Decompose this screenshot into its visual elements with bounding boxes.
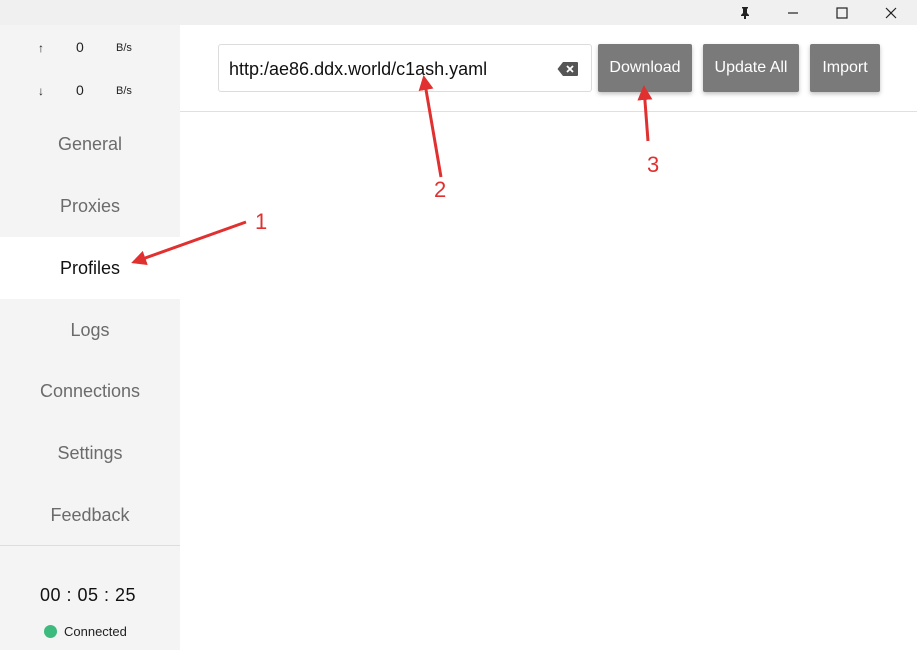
sidebar-item-settings[interactable]: Settings xyxy=(0,422,180,484)
profile-url-box xyxy=(218,44,592,92)
sidebar-item-label: Proxies xyxy=(59,195,121,216)
update-all-button[interactable]: Update All xyxy=(703,44,799,92)
upload-value: 0 xyxy=(76,39,84,55)
title-bar xyxy=(0,0,917,25)
sidebar-item-logs[interactable]: Logs xyxy=(0,299,180,361)
profile-url-input[interactable] xyxy=(229,57,549,81)
maximize-icon[interactable] xyxy=(819,0,865,25)
annotation-label-1: 1 xyxy=(255,209,268,234)
import-button[interactable]: Import xyxy=(810,44,880,92)
minimize-icon[interactable] xyxy=(770,0,816,25)
sidebar-item-feedback[interactable]: Feedback xyxy=(0,484,180,546)
sidebar-item-label: Logs xyxy=(70,319,110,340)
sidebar: ↑ 0 B/s ↓ 0 B/s General Proxies Profiles… xyxy=(0,25,180,650)
connection-timer: 00 : 05 : 25 xyxy=(39,585,137,605)
sidebar-item-label: Connections xyxy=(39,380,141,401)
download-arrow-icon: ↓ xyxy=(38,84,44,98)
pin-icon[interactable] xyxy=(722,0,768,25)
sidebar-item-general[interactable]: General xyxy=(0,113,180,175)
upload-arrow-icon: ↑ xyxy=(38,41,44,55)
sidebar-item-label: Profiles xyxy=(59,257,121,278)
annotation-label-3: 3 xyxy=(647,152,660,177)
close-icon[interactable] xyxy=(868,0,914,25)
sidebar-item-label: Settings xyxy=(57,442,123,463)
sidebar-item-proxies[interactable]: Proxies xyxy=(0,175,180,237)
download-speed: ↓ 0 B/s xyxy=(0,82,180,102)
sidebar-divider xyxy=(0,545,180,546)
upload-unit: B/s xyxy=(116,42,132,54)
sidebar-item-label: Feedback xyxy=(50,504,130,525)
annotation-arrow-3 xyxy=(637,85,653,142)
download-value: 0 xyxy=(76,82,84,98)
status-dot-icon xyxy=(44,624,57,638)
sidebar-item-profiles[interactable]: Profiles xyxy=(0,237,180,299)
upload-speed: ↑ 0 B/s xyxy=(0,39,180,59)
annotation-arrow-2 xyxy=(418,75,443,178)
status-label: Connected xyxy=(64,623,127,639)
sidebar-item-label: General xyxy=(57,133,123,154)
annotation-label-2: 2 xyxy=(434,177,447,202)
download-button[interactable]: Download xyxy=(598,44,692,92)
header-divider xyxy=(180,111,917,112)
download-unit: B/s xyxy=(116,85,132,97)
connection-status: Connected xyxy=(44,623,127,639)
backspace-clear-icon[interactable] xyxy=(557,61,579,77)
sidebar-item-connections[interactable]: Connections xyxy=(0,360,180,422)
